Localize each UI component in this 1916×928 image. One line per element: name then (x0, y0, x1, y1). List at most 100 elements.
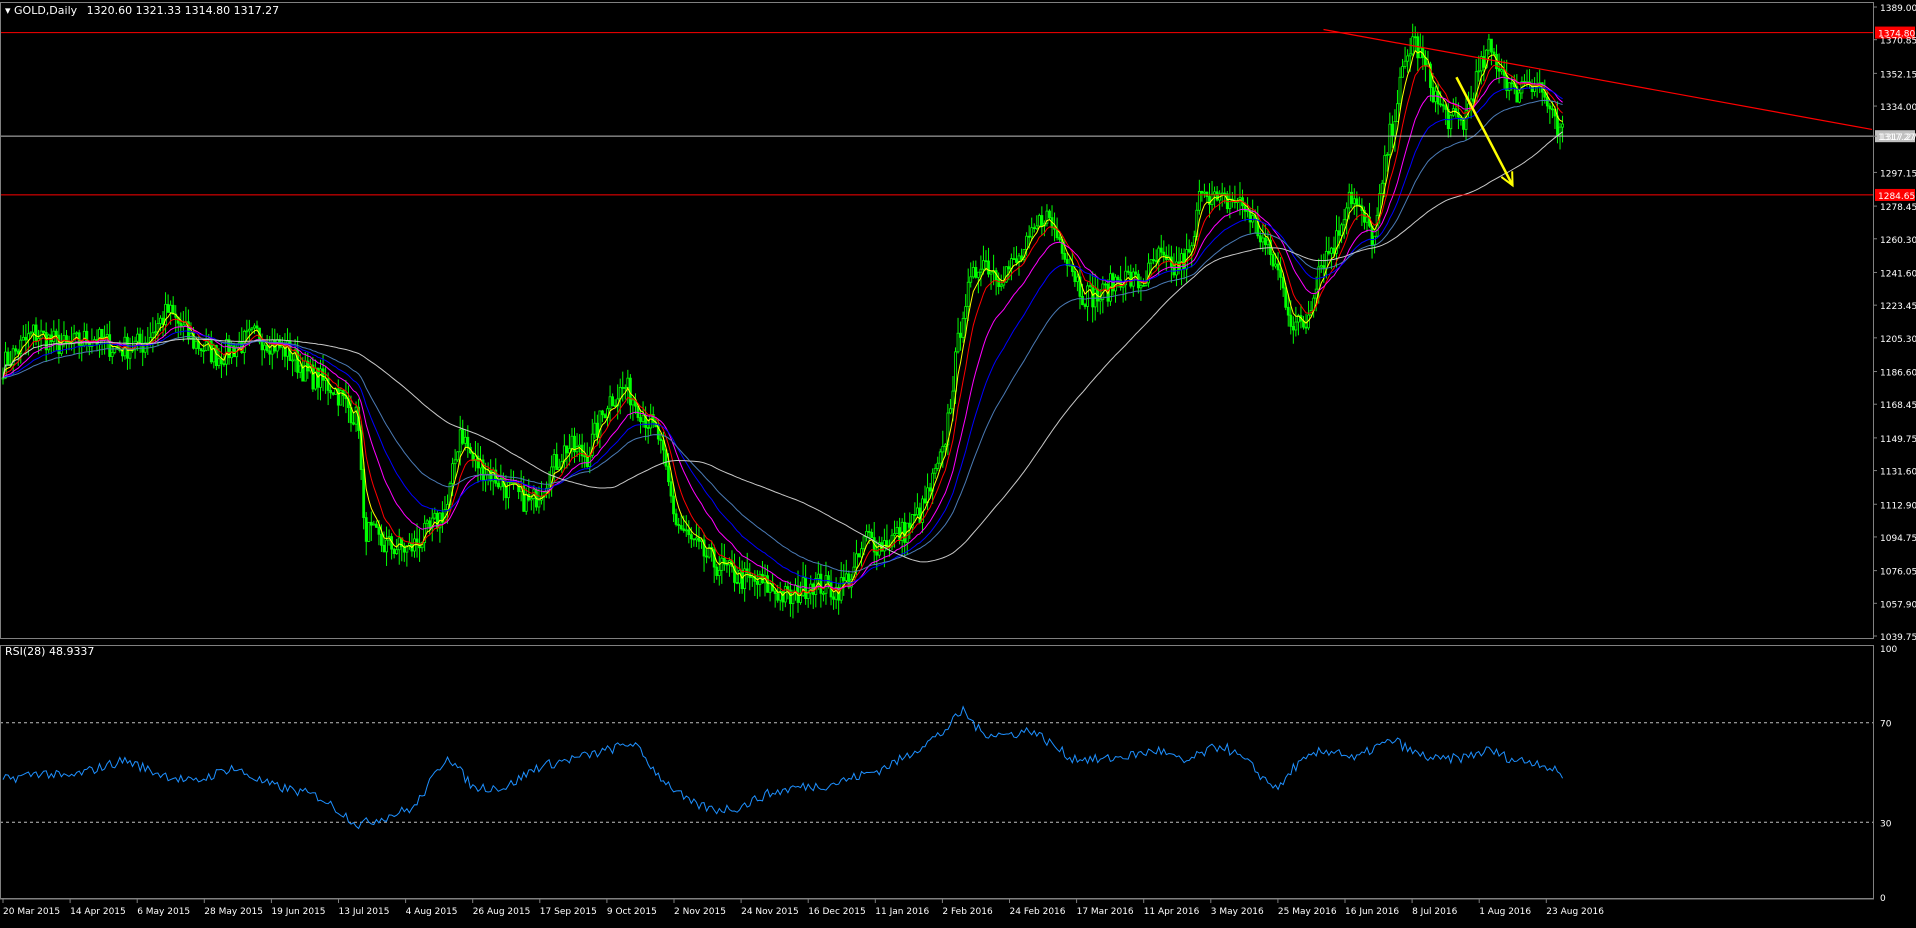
candle-body (684, 529, 688, 532)
candle-body (380, 533, 383, 546)
y-tick-label: 1076.05 (1880, 568, 1916, 578)
candle-body (989, 271, 993, 275)
candle-body (151, 332, 155, 338)
candle-body (552, 454, 556, 468)
x-tick-label: 24 Feb 2016 (1010, 907, 1066, 917)
x-tick-label: 28 May 2015 (204, 907, 263, 917)
candle-body (456, 451, 460, 461)
x-tick-label: 17 Mar 2016 (1077, 907, 1134, 917)
candle-body (1258, 235, 1262, 243)
x-tick-label: 3 May 2016 (1211, 907, 1264, 917)
candle-body (47, 334, 51, 351)
candle-body (641, 414, 645, 422)
candle-body (570, 435, 574, 450)
candle-body (1449, 114, 1453, 130)
candle-body (982, 260, 985, 270)
candle-body (529, 498, 533, 501)
candle-body (1088, 285, 1092, 287)
candle-body (42, 330, 46, 333)
candle-body (463, 436, 467, 444)
candle-body (941, 446, 945, 453)
candle-body (1063, 252, 1067, 260)
rsi-header: RSI(28) 48.9337 (5, 645, 94, 658)
candle-body (1350, 191, 1354, 205)
candle-body (923, 498, 927, 504)
candle-body (382, 544, 386, 553)
candle-body (1073, 271, 1077, 283)
candle-body (110, 351, 114, 357)
candle-body (54, 330, 58, 336)
candle-body (936, 462, 940, 469)
candle-body (1015, 258, 1018, 263)
candle-body (1274, 263, 1277, 267)
candle-body (461, 429, 465, 444)
y-tick-label: 1297.15 (1880, 169, 1916, 179)
candle-body (222, 363, 226, 366)
chart-window[interactable]: 1374.80 1284.65 1317.27 1389.00 1370.85 1352.… (0, 0, 1916, 924)
candle-body (974, 267, 978, 278)
candle-body (199, 348, 203, 351)
candle-body (870, 532, 874, 539)
candle-body (740, 569, 744, 590)
candle-body (933, 467, 937, 474)
candle-body (75, 332, 79, 335)
candle-body (783, 586, 787, 603)
candle-body (1413, 36, 1417, 39)
rsi-label: RSI(28) 48.9337 (5, 645, 95, 658)
candle-body (169, 304, 173, 313)
y-tick-label: 1094.75 (1880, 534, 1916, 544)
candle-body (425, 520, 429, 524)
candle-body (949, 408, 952, 414)
candle-body (999, 284, 1003, 287)
candle-body (512, 482, 515, 484)
candle-body (860, 548, 863, 558)
candle-body (496, 482, 500, 488)
header-dropdown-icon[interactable]: ▾ (5, 4, 11, 17)
x-tick-label: 4 Aug 2015 (406, 907, 458, 917)
candle-body (857, 553, 861, 558)
candle-body (291, 359, 294, 362)
candle-body (918, 507, 922, 523)
candle-body (395, 549, 399, 555)
candle-body (352, 422, 355, 425)
candle-body (1007, 266, 1011, 270)
candle-body (1116, 276, 1120, 281)
candle-body (961, 318, 965, 338)
candle-body (273, 339, 277, 352)
candle-body (159, 317, 162, 324)
candle-body (1083, 304, 1087, 307)
x-tick-label: 1 Aug 2016 (1479, 907, 1531, 917)
candle-body (1228, 198, 1232, 210)
y-tick-label: 1241.60 (1880, 269, 1916, 279)
candle-body (1086, 285, 1089, 307)
candle-body (585, 456, 589, 467)
chart-canvas[interactable]: 1374.801284.651317.271389.001370.851352.… (0, 0, 1916, 924)
candle-body (153, 331, 157, 334)
candle-body (832, 596, 835, 600)
candle-body (1200, 191, 1204, 194)
candle-body (202, 350, 206, 352)
candle-body (1205, 191, 1209, 197)
x-tick-label: 2 Nov 2015 (674, 907, 726, 917)
candle-body (1418, 47, 1422, 59)
candle-body (761, 573, 764, 584)
candle-body (377, 526, 381, 535)
candle-body (1035, 225, 1039, 229)
candle-body (1276, 263, 1280, 271)
x-tick-label: 14 Apr 2015 (70, 907, 126, 917)
candle-body (253, 325, 256, 329)
candle-body (260, 341, 264, 351)
candle-body (354, 406, 358, 425)
candle-body (1304, 326, 1308, 329)
candle-body (1330, 247, 1333, 254)
candle-body (247, 328, 251, 332)
candle-body (1289, 314, 1293, 327)
y-tick-label: 1389.00 (1880, 4, 1916, 14)
candle-body (1545, 96, 1549, 107)
candle-body (1263, 237, 1267, 246)
candle-body (6, 351, 10, 366)
candle-body (1370, 225, 1374, 245)
candle-body (458, 429, 462, 453)
candle-body (311, 364, 315, 390)
candle-body (1385, 154, 1389, 156)
